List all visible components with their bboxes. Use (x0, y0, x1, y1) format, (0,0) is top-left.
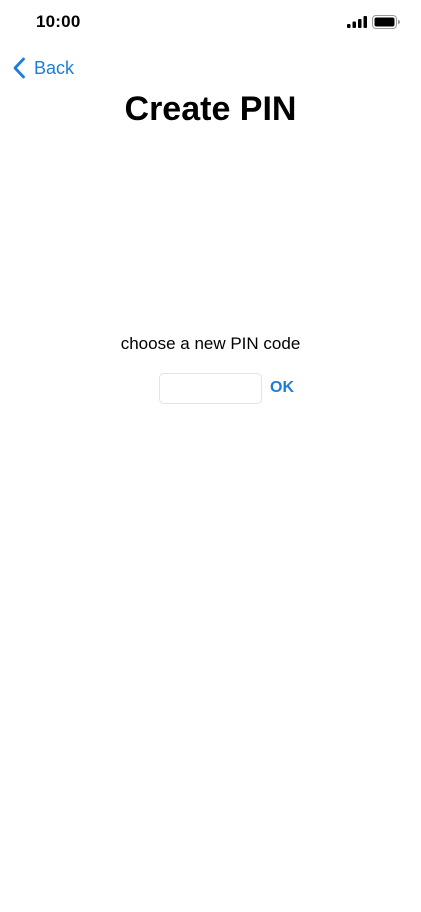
pin-prompt: choose a new PIN code (120, 334, 301, 353)
back-label: Back (34, 57, 75, 78)
status-bar: 10:00 (0, 0, 421, 46)
pin-input[interactable] (159, 373, 262, 404)
battery-icon (372, 15, 400, 29)
page-title: Create PIN (124, 90, 297, 128)
back-button[interactable]: Back (12, 55, 74, 81)
status-time: 10:00 (36, 12, 81, 31)
cellular-signal-icon (347, 16, 367, 28)
chevron-left-icon (13, 57, 25, 79)
ok-button[interactable]: OK (270, 379, 294, 397)
